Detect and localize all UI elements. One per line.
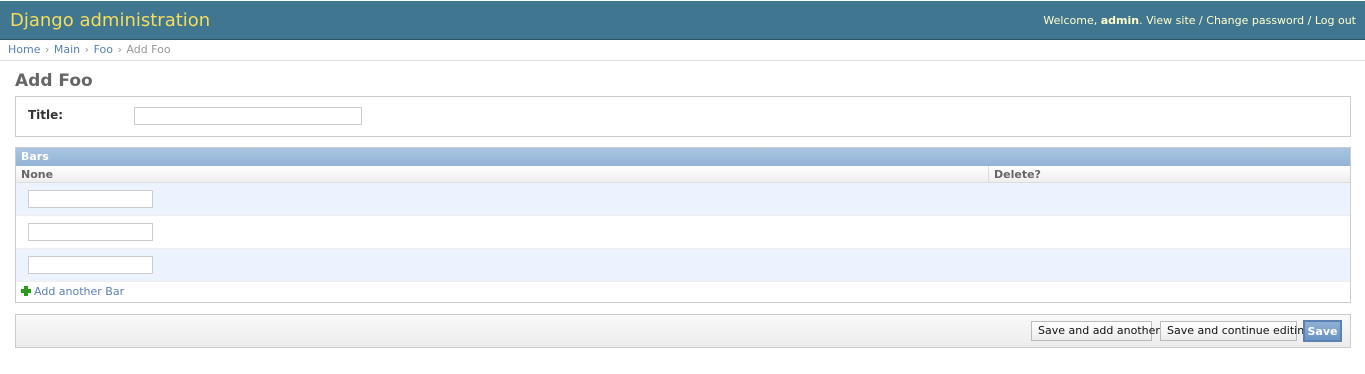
change-password-link[interactable]: Change password [1206, 14, 1304, 27]
title-label: Title: [28, 108, 64, 122]
bar-input[interactable] [28, 223, 153, 241]
breadcrumb-separator: › [84, 43, 90, 56]
column-header-none: None [21, 168, 54, 181]
breadcrumb-current: Add Foo [126, 43, 171, 56]
welcome-suffix: . [1139, 14, 1143, 27]
breadcrumb-separator: › [44, 43, 50, 56]
welcome-prefix: Welcome, [1043, 14, 1101, 27]
separator: / [1199, 14, 1203, 27]
breadcrumb-home[interactable]: Home [8, 43, 40, 56]
bars-inline-group: Bars None Delete? Add another Bar [15, 147, 1351, 303]
username: admin [1100, 14, 1140, 27]
breadcrumb-main[interactable]: Main [54, 43, 80, 56]
separator: / [1307, 14, 1312, 27]
inline-column-header: None Delete? [16, 166, 1350, 183]
plus-icon [21, 286, 31, 296]
page-title: Add Foo [15, 71, 93, 91]
breadcrumb: Home › Main › Foo › Add Foo [0, 40, 1365, 61]
header-bar: Django administration Welcome, admin. Vi… [0, 1, 1365, 40]
breadcrumb-foo[interactable]: Foo [94, 43, 113, 56]
title-input[interactable] [134, 107, 362, 125]
view-site-link[interactable]: View site [1146, 14, 1195, 27]
log-out-link[interactable]: Log out [1315, 14, 1356, 27]
inline-row [16, 183, 1350, 216]
inline-group-header: Bars [16, 148, 1350, 166]
title-fieldset: Title: [15, 96, 1351, 137]
inline-row [16, 216, 1350, 249]
save-and-continue-button[interactable]: Save and continue editing [1160, 321, 1311, 341]
user-tools: Welcome, admin. View site / Change passw… [1043, 14, 1356, 27]
column-header-delete: Delete? [988, 166, 1041, 182]
add-another-bar-link[interactable]: Add another Bar [34, 285, 124, 298]
site-title: Django administration [10, 10, 211, 31]
save-button[interactable]: Save [1303, 320, 1342, 342]
save-and-add-another-button[interactable]: Save and add another [1031, 321, 1160, 341]
bar-input[interactable] [28, 190, 153, 208]
submit-row: Save and add another Save and continue e… [15, 314, 1351, 348]
bar-input[interactable] [28, 256, 153, 274]
breadcrumb-separator: › [117, 43, 122, 56]
add-another-row[interactable]: Add another Bar [21, 285, 124, 298]
inline-row [16, 249, 1350, 282]
